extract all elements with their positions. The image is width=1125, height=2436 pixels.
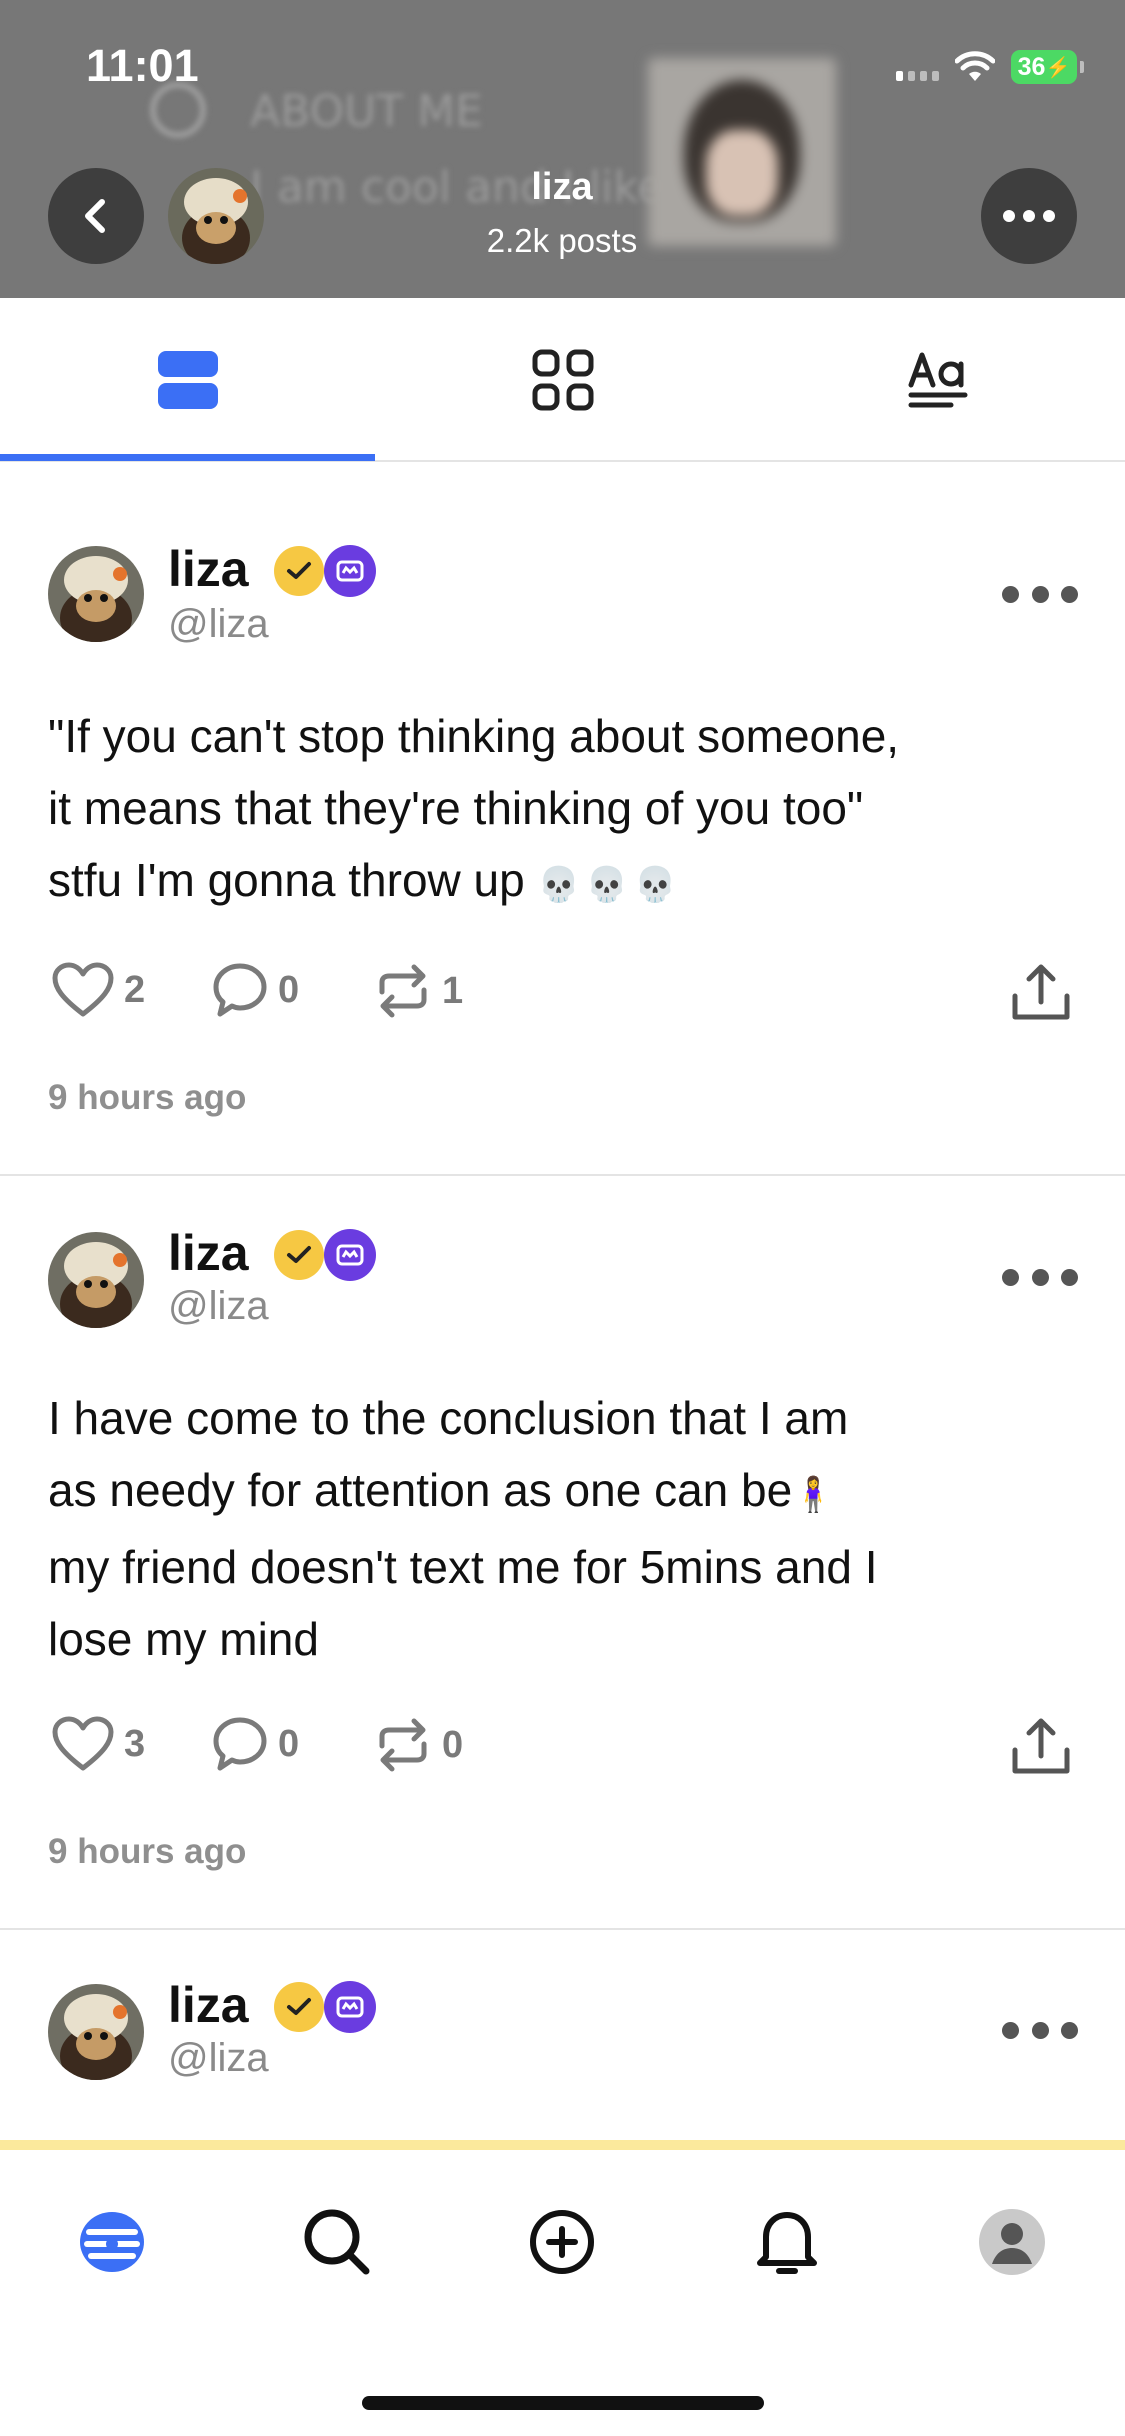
tab-text[interactable] <box>750 298 1125 462</box>
post-timestamp: 9 hours ago <box>48 1078 247 1117</box>
comment-icon <box>213 963 267 1017</box>
verified-badge-icon <box>274 1982 324 2032</box>
home-indicator <box>362 2396 764 2410</box>
more-horizontal-icon <box>1003 210 1055 222</box>
post-body-line: it means that they're thinking of you to… <box>48 782 864 834</box>
repost-count: 1 <box>442 969 464 1012</box>
status-icons: 36 ⚡ <box>896 50 1084 84</box>
header-profile-name: liza <box>531 166 593 208</box>
repost-button[interactable]: 0 <box>374 1716 463 1774</box>
like-button[interactable]: 2 <box>52 962 145 1018</box>
cellular-signal-icon <box>896 53 939 81</box>
nav-profile[interactable] <box>972 2202 1052 2282</box>
nav-home[interactable] <box>72 2202 152 2282</box>
verified-badge-icon <box>274 546 324 596</box>
like-count: 2 <box>124 968 146 1011</box>
post-author-name[interactable]: liza <box>168 1224 249 1282</box>
post-author-name[interactable]: liza <box>168 540 249 598</box>
like-button[interactable]: 3 <box>52 1716 145 1772</box>
post-handle[interactable]: @liza <box>168 1284 269 1329</box>
heart-icon <box>52 962 114 1017</box>
crown-badge-icon <box>324 545 376 597</box>
comment-count: 0 <box>278 1722 300 1765</box>
repost-icon <box>379 1718 427 1772</box>
share-icon[interactable] <box>1010 962 1072 1024</box>
background-title: ABOUT ME <box>250 86 483 137</box>
post-body-line: "If you can't stop thinking about someon… <box>48 710 900 762</box>
background-photo <box>648 58 836 246</box>
post-more-button[interactable] <box>1002 2015 1078 2045</box>
post-more-button[interactable] <box>1002 579 1078 609</box>
like-count: 3 <box>124 1722 146 1765</box>
text-format-icon <box>908 352 967 408</box>
post-author-name[interactable]: liza <box>168 1976 249 2034</box>
tab-posts[interactable] <box>0 298 375 462</box>
post-handle[interactable]: @liza <box>168 602 269 647</box>
post-body: I have come to the conclusion that I am … <box>48 1382 1078 1675</box>
home-icon <box>80 2212 144 2272</box>
post-body-line: as needy for attention as one can be🧍‍♀️ <box>48 1464 835 1516</box>
repost-count: 0 <box>442 1723 464 1766</box>
comment-button[interactable]: 0 <box>212 962 299 1018</box>
crown-badge-icon <box>324 1981 376 2033</box>
nav-search[interactable] <box>297 2202 377 2282</box>
create-icon <box>530 2210 594 2274</box>
avatar[interactable] <box>48 1984 144 2080</box>
post-handle[interactable]: @liza <box>168 2036 269 2081</box>
back-button[interactable] <box>48 168 144 264</box>
heart-icon <box>52 1716 114 1771</box>
post-body-line: stfu I'm gonna throw up 💀💀💀 <box>48 854 683 906</box>
post-timestamp: 9 hours ago <box>48 1832 247 1871</box>
list-icon <box>157 351 218 409</box>
post-more-button[interactable] <box>1002 1262 1078 1292</box>
post-image-preview[interactable] <box>0 2140 1125 2150</box>
post-card[interactable]: liza @liza "If you can't stop thinking a… <box>0 462 1125 1174</box>
avatar[interactable] <box>48 1232 144 1328</box>
status-time: 11:01 <box>86 40 199 91</box>
notifications-icon <box>757 2212 817 2274</box>
profile-header: ABOUT ME I am cool and I like 11:01 36 ⚡ … <box>0 0 1125 298</box>
post-card[interactable]: liza @liza I have come to the conclusion… <box>0 1176 1125 1928</box>
search-icon <box>304 2209 370 2275</box>
bottom-nav <box>0 2150 1125 2436</box>
nav-notifications[interactable] <box>747 2202 827 2282</box>
crown-badge-icon <box>324 1229 376 1281</box>
chevron-left-icon <box>85 199 105 233</box>
profile-tabs <box>0 298 1125 462</box>
grid-icon <box>532 349 593 411</box>
wifi-icon <box>955 51 995 81</box>
nav-create[interactable] <box>522 2202 602 2282</box>
share-icon[interactable] <box>1010 1716 1072 1778</box>
post-body-line: my friend doesn't text me for 5mins and … <box>48 1541 878 1593</box>
post-body-line: I have come to the conclusion that I am <box>48 1392 849 1444</box>
profile-icon <box>979 2209 1045 2275</box>
battery-icon: 36 ⚡ <box>1011 50 1084 84</box>
comment-icon <box>213 1717 267 1771</box>
repost-icon <box>379 964 427 1018</box>
verified-badge-icon <box>274 1230 324 1280</box>
header-posts-count: 2.2k posts <box>486 222 638 259</box>
header-avatar[interactable] <box>168 168 264 264</box>
skull-emoji: 💀💀💀 <box>537 866 683 904</box>
post-card[interactable]: liza @liza <box>0 1930 1125 2140</box>
comment-count: 0 <box>278 968 300 1011</box>
active-tab-indicator <box>0 454 375 461</box>
comment-button[interactable]: 0 <box>212 1716 299 1772</box>
standing-person-emoji: 🧍‍♀️ <box>792 1476 835 1514</box>
battery-level: 36 <box>1017 52 1046 81</box>
post-body-line: lose my mind <box>48 1613 319 1665</box>
tab-grid[interactable] <box>375 298 750 462</box>
post-body: "If you can't stop thinking about someon… <box>48 700 1078 921</box>
header-more-button[interactable] <box>981 168 1077 264</box>
repost-button[interactable]: 1 <box>374 962 463 1020</box>
avatar[interactable] <box>48 546 144 642</box>
